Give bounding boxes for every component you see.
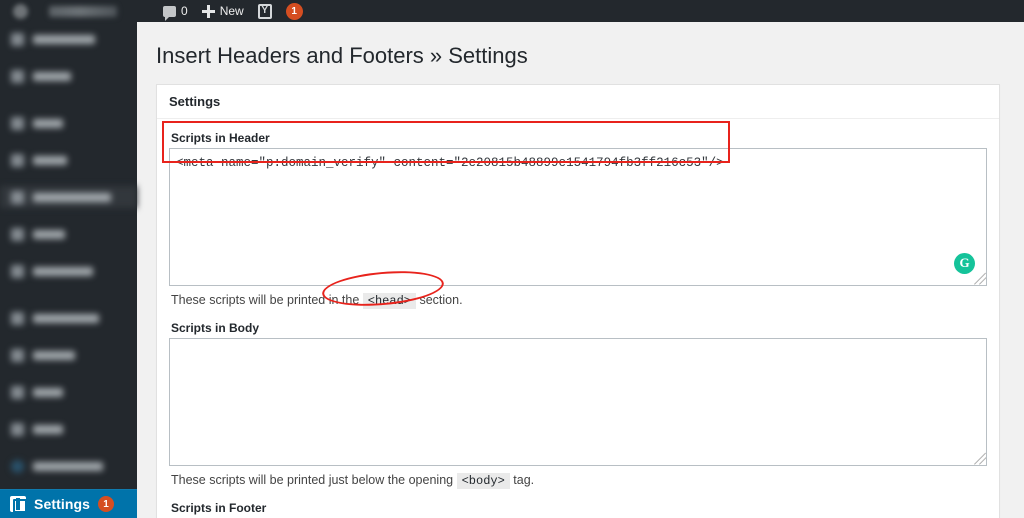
sidebar-item-comments[interactable] xyxy=(0,260,137,282)
panel-body: Scripts in Header G These scripts will b… xyxy=(157,119,999,518)
sidebar-item-share[interactable] xyxy=(0,186,137,208)
scripts-in-body-textarea[interactable] xyxy=(169,337,987,466)
sidebar-item-appearance[interactable] xyxy=(0,307,137,329)
sidebar-item-label xyxy=(33,192,111,202)
sidebar-item-pages[interactable] xyxy=(0,223,137,245)
plugins-plug-icon xyxy=(11,348,24,362)
field-scripts-in-body: Scripts in Body These scripts will be pr… xyxy=(169,320,987,489)
sidebar-item-label xyxy=(33,34,95,44)
sidebar-separator xyxy=(0,297,137,307)
new-content-label: New xyxy=(219,4,244,18)
sidebar-item-users[interactable] xyxy=(0,381,137,403)
sidebar-separator xyxy=(0,102,137,112)
sidebar-item-label xyxy=(33,71,71,81)
comments-icon xyxy=(11,264,24,278)
yoast-seo-icon: Y xyxy=(257,3,272,19)
field-scripts-in-footer: Scripts in Footer xyxy=(169,501,987,518)
comments-menu[interactable]: 0 xyxy=(156,0,195,22)
wp-logo-menu[interactable] xyxy=(0,0,40,22)
screen: 0 New Y 1 Settings 1 Insert Headers and … xyxy=(0,0,1024,518)
posts-pin-icon xyxy=(11,116,24,130)
sidebar-item-plugins[interactable] xyxy=(0,344,137,366)
sidebar-item-label xyxy=(33,229,65,239)
wordpress-com-icon xyxy=(11,459,24,473)
sidebar-item-media[interactable] xyxy=(0,149,137,171)
plus-icon xyxy=(201,4,215,18)
scripts-in-body-helper: These scripts will be printed just below… xyxy=(171,472,987,489)
scripts-in-body-wrap xyxy=(169,337,987,466)
helper-text-before: These scripts will be printed just below… xyxy=(171,472,454,487)
media-camera-icon xyxy=(11,153,24,167)
notifications-menu[interactable]: 1 xyxy=(279,0,310,22)
scripts-in-header-helper: These scripts will be printed in the <he… xyxy=(171,292,987,309)
grammarly-icon[interactable]: G xyxy=(954,252,975,274)
new-content-menu[interactable]: New xyxy=(195,0,251,22)
sidebar-item-label xyxy=(33,461,103,471)
sidebar-item-label xyxy=(33,266,93,276)
scripts-in-header-textarea[interactable] xyxy=(169,147,987,286)
admin-sidebar: Settings 1 General Writing Reading xyxy=(0,22,145,518)
sidebar-menu-blurred-group xyxy=(0,22,137,477)
scripts-in-header-label: Scripts in Header xyxy=(171,130,270,145)
pages-icon xyxy=(11,227,24,241)
notification-badge: 1 xyxy=(285,2,303,20)
body-tag-code: <body> xyxy=(456,472,510,489)
sidebar-item-label xyxy=(33,387,63,397)
sidebar-item-settings[interactable]: Settings 1 xyxy=(0,489,145,518)
sidebar-item-settings-label: Settings xyxy=(34,496,91,512)
settings-gear-icon xyxy=(10,496,27,513)
page-title: Insert Headers and Footers » Settings xyxy=(156,43,528,68)
page-scrollbar[interactable] xyxy=(1015,22,1024,518)
sidebar-item-label xyxy=(33,155,67,165)
sidebar-item-label xyxy=(33,350,75,360)
helper-text-before: These scripts will be printed in the xyxy=(171,292,360,307)
sidebar-item-posts[interactable] xyxy=(0,112,137,134)
sidebar-item-label xyxy=(33,118,63,128)
scripts-in-body-label: Scripts in Body xyxy=(171,320,260,335)
helper-text-after: tag. xyxy=(513,472,535,487)
sidebar-item-label xyxy=(33,313,99,323)
settings-update-badge: 1 xyxy=(98,496,115,512)
share-icon xyxy=(11,190,24,204)
dashboard-icon xyxy=(11,32,24,46)
helper-text-after: section. xyxy=(419,292,463,307)
comment-bubble-icon xyxy=(163,5,176,21)
panel-heading: Settings xyxy=(157,85,999,119)
sidebar-item-wordpress-com[interactable] xyxy=(0,455,137,477)
head-tag-code: <head> xyxy=(362,292,416,309)
yoast-seo-menu[interactable]: Y xyxy=(251,0,279,22)
wp-admin-bar: 0 New Y 1 xyxy=(0,0,1024,22)
comments-count: 0 xyxy=(181,4,188,18)
sidebar-item-dashboard[interactable] xyxy=(0,28,137,50)
main-content: Insert Headers and Footers » Settings Se… xyxy=(137,22,1024,518)
site-name-label xyxy=(49,5,117,17)
tools-icon xyxy=(11,422,24,436)
scripts-in-footer-label: Scripts in Footer xyxy=(171,500,267,515)
settings-panel: Settings Scripts in Header G These scrip… xyxy=(156,83,1000,518)
jetpack-icon xyxy=(11,69,24,83)
sidebar-item-tools[interactable] xyxy=(0,418,137,440)
users-icon xyxy=(11,385,24,399)
field-scripts-in-header: Scripts in Header G These scripts will b… xyxy=(169,130,987,309)
sidebar-item-jetpack[interactable] xyxy=(0,65,137,87)
site-name-menu[interactable] xyxy=(40,0,124,22)
wordpress-logo-icon xyxy=(7,0,33,22)
sidebar-item-label xyxy=(33,424,63,434)
scripts-in-header-wrap: G xyxy=(169,147,987,286)
appearance-brush-icon xyxy=(11,311,24,325)
